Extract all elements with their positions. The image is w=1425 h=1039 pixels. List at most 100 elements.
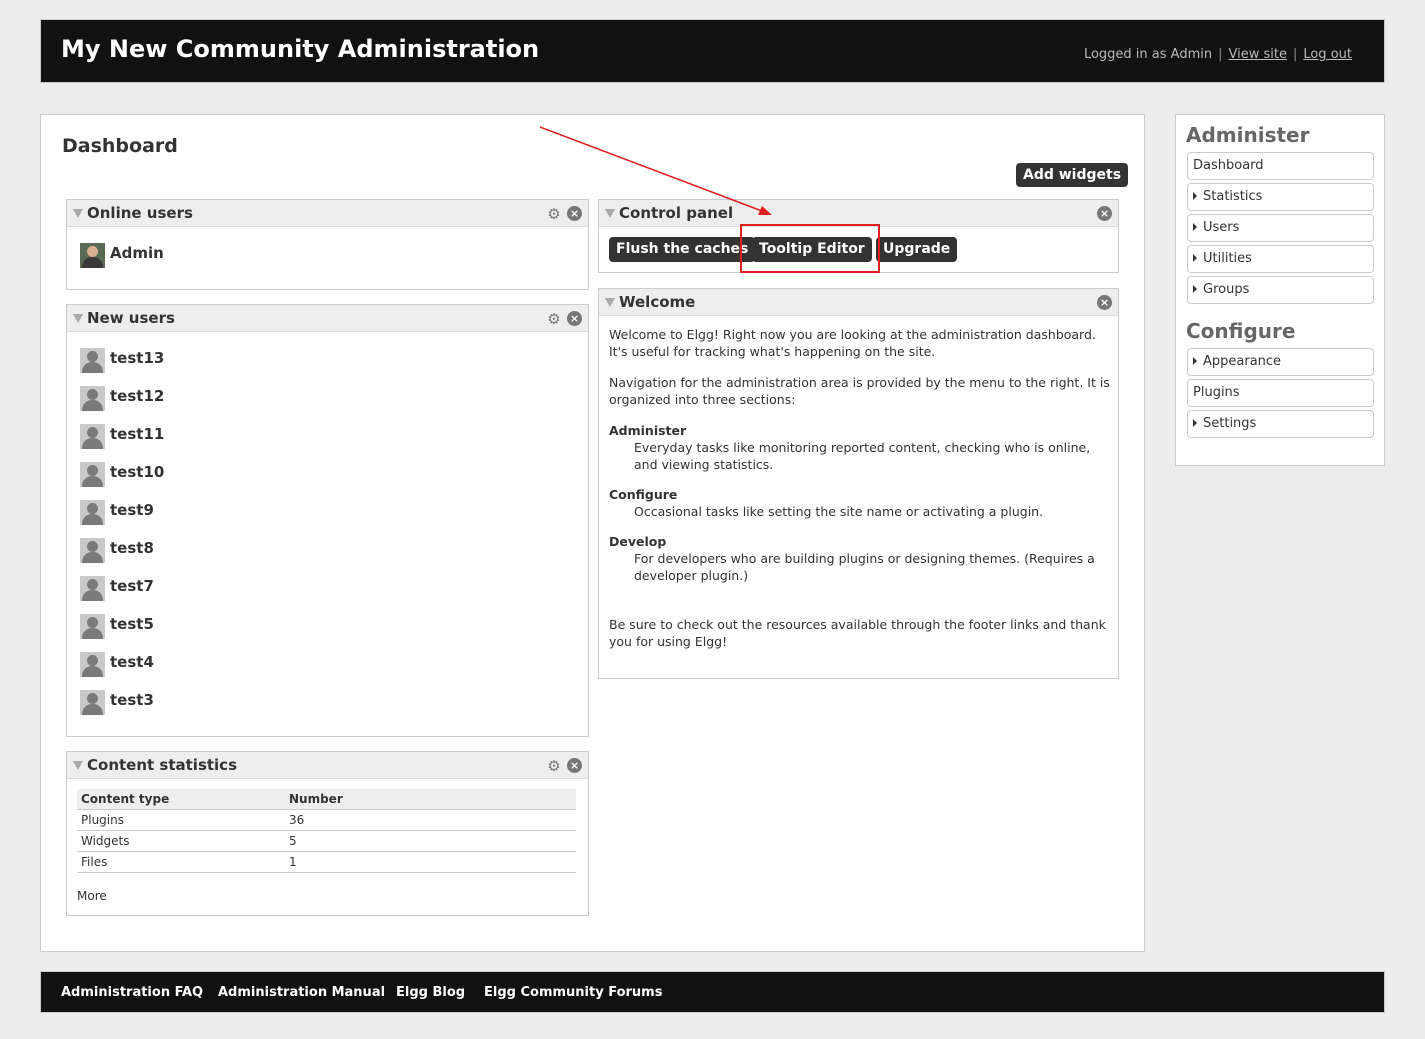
collapse-icon[interactable] bbox=[73, 761, 83, 770]
sidebar-item-label: Appearance bbox=[1203, 354, 1282, 369]
avatar[interactable] bbox=[80, 243, 105, 268]
admin-sidebar: Administer Dashboard Statistics Users Ut… bbox=[1175, 114, 1385, 466]
avatar[interactable] bbox=[80, 652, 105, 677]
sidebar-item-groups[interactable]: Groups bbox=[1187, 276, 1374, 304]
table-row: Files 1 bbox=[77, 851, 576, 873]
sidebar-item-label: Users bbox=[1203, 220, 1240, 235]
user-name[interactable]: test9 bbox=[110, 501, 154, 519]
separator: | bbox=[1292, 47, 1298, 62]
sidebar-item-statistics[interactable]: Statistics bbox=[1187, 183, 1374, 211]
avatar[interactable] bbox=[80, 462, 105, 487]
sidebar-item-users[interactable]: Users bbox=[1187, 214, 1374, 242]
avatar[interactable] bbox=[80, 614, 105, 639]
close-icon[interactable]: × bbox=[567, 311, 582, 326]
administer-title: Administer bbox=[1186, 123, 1310, 147]
user-name[interactable]: test5 bbox=[110, 615, 154, 633]
section-desc: Occasional tasks like setting the site n… bbox=[634, 504, 1044, 519]
sidebar-item-label: Utilities bbox=[1203, 251, 1252, 266]
section-desc: Everyday tasks like monitoring reported … bbox=[634, 440, 1091, 472]
widget-title: Online users bbox=[87, 204, 193, 222]
caret-right-icon bbox=[1193, 223, 1197, 231]
avatar[interactable] bbox=[80, 424, 105, 449]
table-row: Plugins 36 bbox=[77, 809, 576, 831]
add-widgets-button[interactable]: Add widgets bbox=[1016, 163, 1129, 187]
sidebar-item-settings[interactable]: Settings bbox=[1187, 410, 1374, 438]
gear-icon[interactable]: ⚙ bbox=[546, 758, 562, 774]
sidebar-item-label: Plugins bbox=[1193, 385, 1240, 400]
table-cell: 5 bbox=[285, 830, 576, 852]
stats-table: Content type Number Plugins 36 Widgets 5… bbox=[77, 789, 576, 873]
close-icon[interactable]: × bbox=[567, 758, 582, 773]
user-name[interactable]: test13 bbox=[110, 349, 164, 367]
sidebar-item-label: Groups bbox=[1203, 282, 1250, 297]
user-name[interactable]: test3 bbox=[110, 691, 154, 709]
widget-title: Content statistics bbox=[87, 756, 237, 774]
column-header: Content type bbox=[77, 789, 285, 810]
section-term: Develop bbox=[609, 534, 667, 549]
table-cell: Files bbox=[77, 851, 285, 873]
widget-header: Control panel × bbox=[599, 200, 1118, 227]
gear-icon[interactable]: ⚙ bbox=[546, 311, 562, 327]
admin-header: My New Community Administration Logged i… bbox=[40, 19, 1385, 83]
flush-caches-button[interactable]: Flush the caches bbox=[609, 237, 756, 262]
sidebar-item-utilities[interactable]: Utilities bbox=[1187, 245, 1374, 273]
collapse-icon[interactable] bbox=[73, 209, 83, 218]
configure-title: Configure bbox=[1186, 319, 1296, 343]
avatar[interactable] bbox=[80, 348, 105, 373]
user-name[interactable]: test10 bbox=[110, 463, 164, 481]
table-cell: 1 bbox=[285, 851, 576, 873]
close-icon[interactable]: × bbox=[1097, 295, 1112, 310]
sidebar-item-appearance[interactable]: Appearance bbox=[1187, 348, 1374, 376]
main-content: Dashboard Add widgets Online users ⚙ × A… bbox=[40, 114, 1145, 952]
caret-right-icon bbox=[1193, 254, 1197, 262]
user-name[interactable]: Admin bbox=[110, 244, 164, 262]
page-title: Dashboard bbox=[62, 135, 178, 157]
user-name[interactable]: test11 bbox=[110, 425, 164, 443]
sidebar-item-dashboard[interactable]: Dashboard bbox=[1187, 152, 1374, 180]
table-cell: Plugins bbox=[77, 809, 285, 831]
widget-header: Welcome × bbox=[599, 289, 1118, 316]
collapse-icon[interactable] bbox=[73, 314, 83, 323]
widget-title: Welcome bbox=[619, 293, 696, 311]
footer-link-elgg-blog[interactable]: Elgg Blog bbox=[396, 985, 465, 1000]
avatar[interactable] bbox=[80, 576, 105, 601]
table-cell: 36 bbox=[285, 809, 576, 831]
avatar[interactable] bbox=[80, 690, 105, 715]
footer-link-admin-manual[interactable]: Administration Manual bbox=[218, 985, 385, 1000]
avatar[interactable] bbox=[80, 538, 105, 563]
widget-header: New users ⚙ × bbox=[67, 305, 588, 332]
footer-link-admin-faq[interactable]: Administration FAQ bbox=[61, 985, 203, 1000]
footer-link-community-forums[interactable]: Elgg Community Forums bbox=[484, 985, 662, 1000]
user-name[interactable]: test7 bbox=[110, 577, 154, 595]
close-icon[interactable]: × bbox=[567, 206, 582, 221]
widget-title: Control panel bbox=[619, 204, 734, 222]
log-out-link[interactable]: Log out bbox=[1303, 47, 1352, 62]
view-site-link[interactable]: View site bbox=[1228, 47, 1286, 62]
sidebar-item-label: Statistics bbox=[1203, 189, 1263, 204]
widget-title: New users bbox=[87, 309, 175, 327]
avatar[interactable] bbox=[80, 500, 105, 525]
logged-in-text: Logged in as Admin bbox=[1083, 47, 1213, 62]
welcome-widget: Welcome × Welcome to Elgg! Right now you… bbox=[598, 288, 1119, 679]
sidebar-item-label: Dashboard bbox=[1193, 158, 1264, 173]
widget-header: Content statistics ⚙ × bbox=[67, 752, 588, 779]
table-cell: Widgets bbox=[77, 830, 285, 852]
welcome-section: Administer Everyday tasks like monitorin… bbox=[609, 422, 1114, 473]
user-name[interactable]: test12 bbox=[110, 387, 164, 405]
sidebar-item-plugins[interactable]: Plugins bbox=[1187, 379, 1374, 407]
avatar[interactable] bbox=[80, 386, 105, 411]
user-name[interactable]: test8 bbox=[110, 539, 154, 557]
user-name[interactable]: test4 bbox=[110, 653, 154, 671]
upgrade-button[interactable]: Upgrade bbox=[876, 237, 958, 262]
more-link[interactable]: More bbox=[77, 889, 107, 903]
table-row: Widgets 5 bbox=[77, 830, 576, 852]
new-users-widget: New users ⚙ × test13 test12 test11 test1… bbox=[66, 304, 589, 737]
admin-footer: Administration FAQ Administration Manual… bbox=[40, 971, 1385, 1013]
online-users-widget: Online users ⚙ × Admin bbox=[66, 199, 589, 290]
collapse-icon[interactable] bbox=[605, 209, 615, 218]
close-icon[interactable]: × bbox=[1097, 206, 1112, 221]
collapse-icon[interactable] bbox=[605, 298, 615, 307]
gear-icon[interactable]: ⚙ bbox=[546, 206, 562, 222]
welcome-section: Develop For developers who are building … bbox=[609, 533, 1114, 584]
section-term: Administer bbox=[609, 423, 687, 438]
